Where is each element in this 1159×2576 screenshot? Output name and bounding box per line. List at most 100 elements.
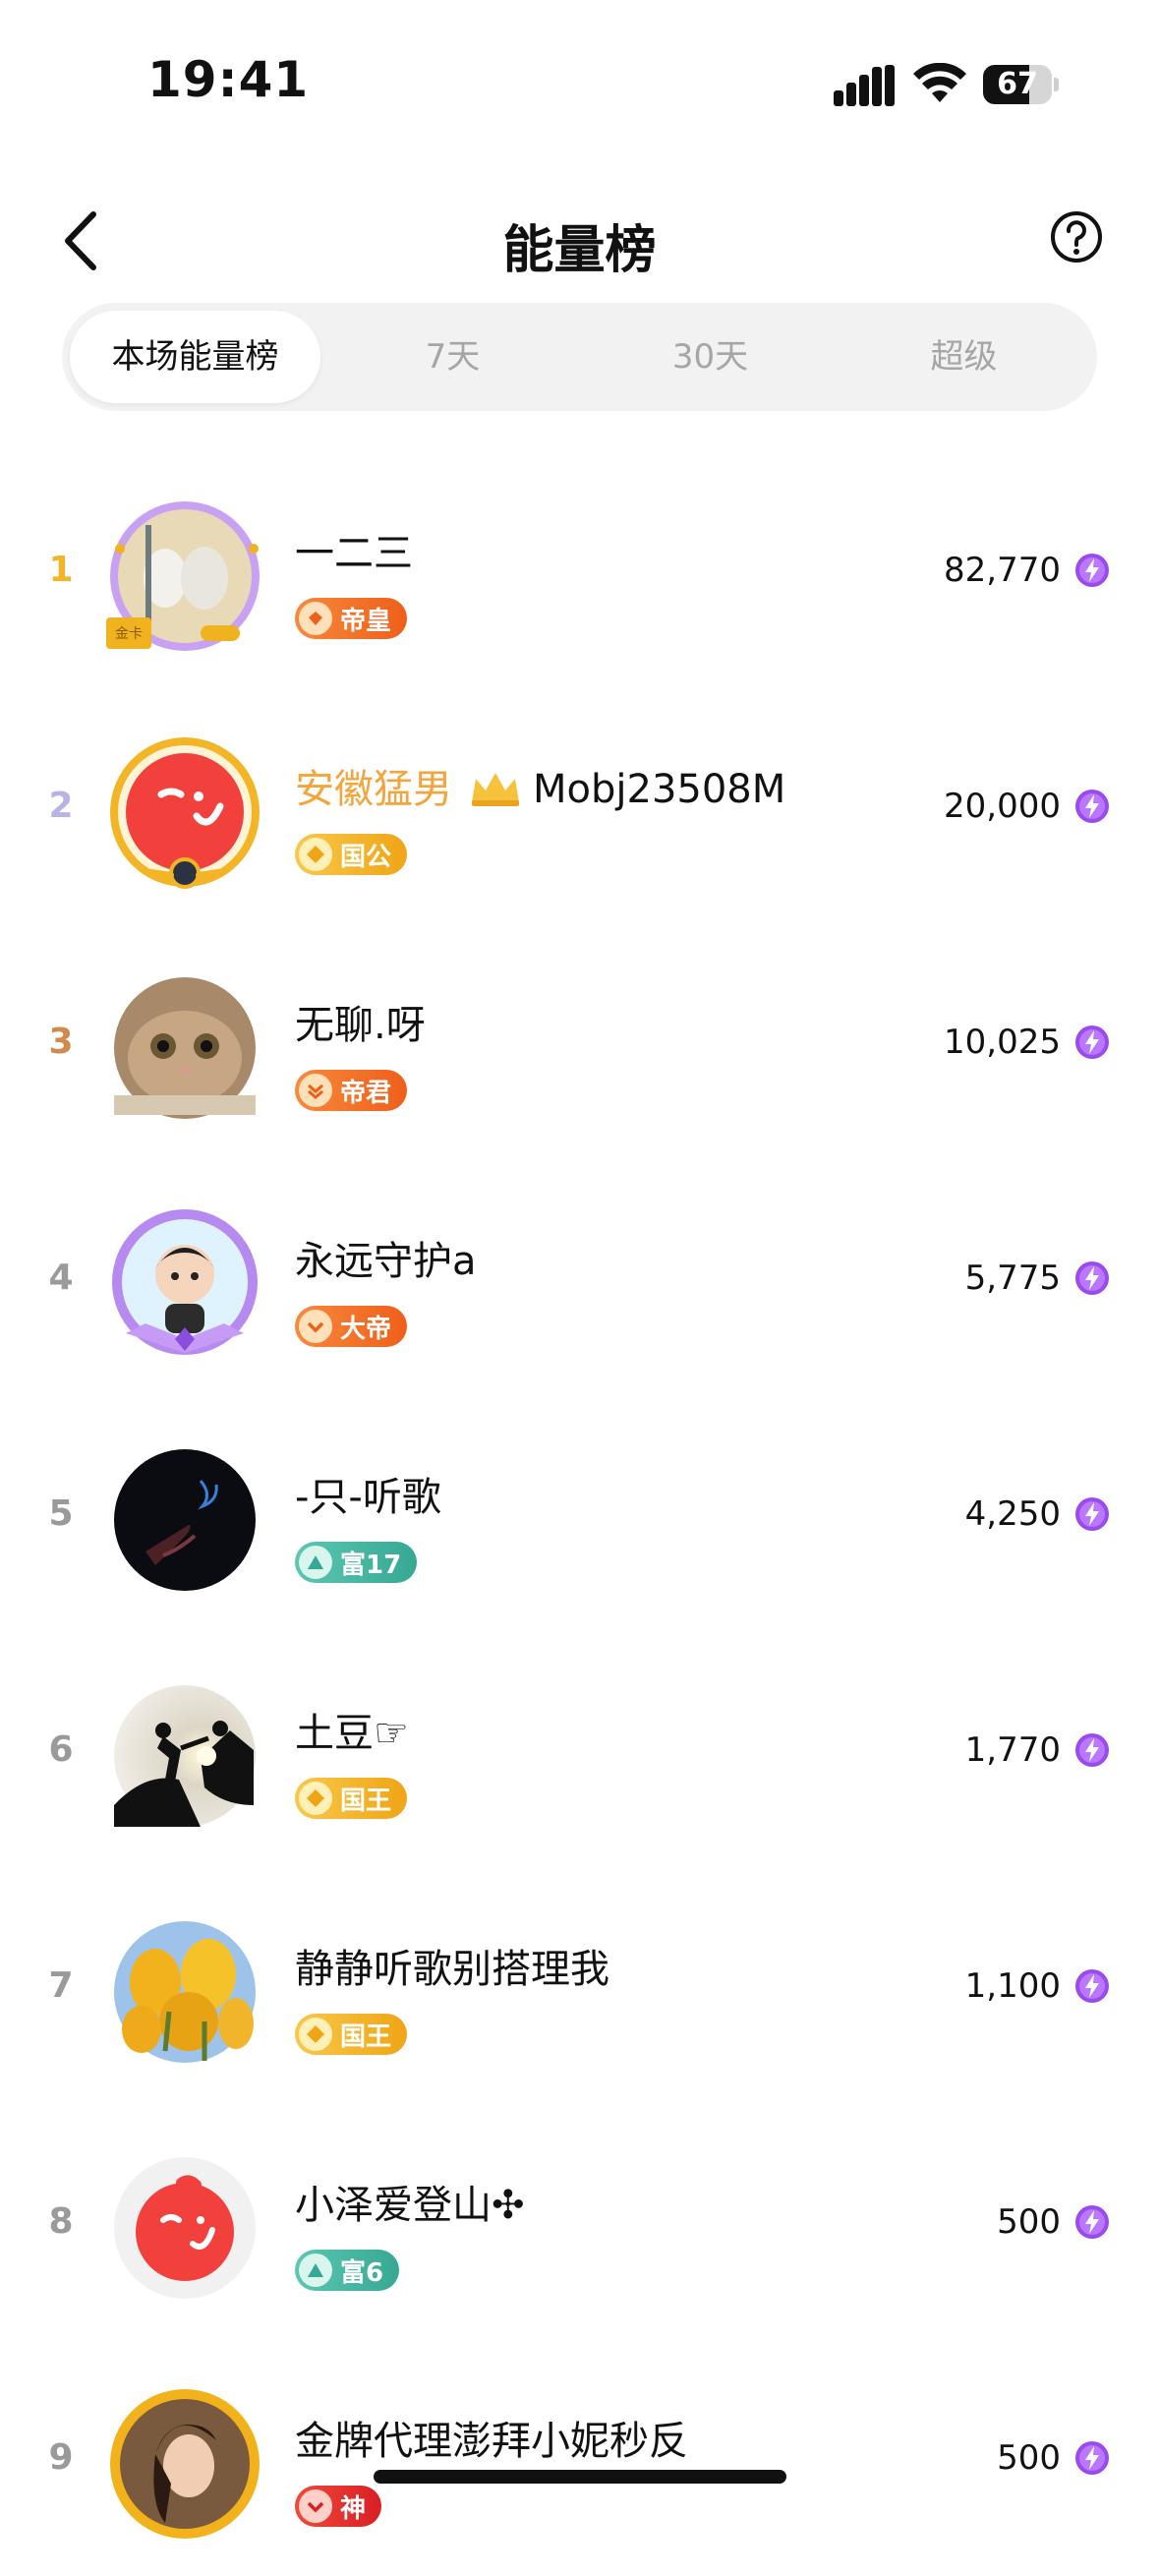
avatar[interactable] bbox=[106, 2149, 263, 2307]
rank-number: 2 bbox=[48, 786, 74, 826]
rank-badge: 大帝 bbox=[295, 1306, 408, 1347]
status-bar: 19:41 67 bbox=[0, 0, 1159, 147]
battery-level: 67 bbox=[997, 67, 1038, 101]
energy-score: 500 bbox=[997, 2202, 1061, 2242]
cat-avatar-icon bbox=[114, 977, 256, 1119]
rank-number: 3 bbox=[48, 1022, 74, 1062]
avatar[interactable] bbox=[106, 1441, 263, 1599]
rank-number: 8 bbox=[48, 2201, 74, 2242]
username: 小泽爱登山✣ bbox=[295, 2183, 525, 2228]
avatar[interactable] bbox=[106, 1913, 263, 2071]
username: 一二三 bbox=[295, 531, 413, 576]
tab-30-days[interactable]: 30天 bbox=[585, 311, 836, 403]
energy-score: 10,025 bbox=[944, 1023, 1061, 1062]
rank-row[interactable]: 9 金牌代理澎拜小妮秒反 神 500 bbox=[0, 2340, 1159, 2576]
home-indicator[interactable] bbox=[374, 2470, 786, 2484]
avatar[interactable] bbox=[106, 969, 263, 1127]
avatar[interactable] bbox=[106, 1205, 263, 1363]
rank-row[interactable]: 7 静静听歌别搭理我 国王 1,100 bbox=[0, 1868, 1159, 2104]
username: 静静听歌别搭理我 bbox=[295, 1947, 609, 1992]
badge-label: 神 bbox=[340, 2493, 367, 2524]
battery-icon: 67 bbox=[983, 65, 1059, 104]
rank-badge: 帝君 bbox=[295, 1070, 408, 1111]
energy-score: 500 bbox=[997, 2438, 1061, 2478]
avatar[interactable] bbox=[106, 1677, 263, 1835]
rank-row[interactable]: 6 土豆☞ 国王 1,770 bbox=[0, 1632, 1159, 1868]
rank-badge: 国王 bbox=[295, 2014, 408, 2055]
rank-number: 9 bbox=[48, 2437, 74, 2478]
badge-emblem-icon bbox=[299, 2254, 332, 2287]
tulips-avatar-icon bbox=[114, 1921, 256, 2063]
avatar-frame-icon bbox=[110, 737, 260, 889]
rank-row[interactable]: 8 小泽爱登山✣ 富6 500 bbox=[0, 2104, 1159, 2340]
username: 土豆☞ bbox=[295, 1711, 409, 1756]
climbers-avatar-icon bbox=[114, 1685, 256, 1827]
energy-bolt-icon bbox=[1075, 1025, 1109, 1059]
energy-score: 82,770 bbox=[944, 551, 1061, 590]
energy-bolt-icon bbox=[1075, 1969, 1109, 2003]
badge-label: 帝皇 bbox=[340, 606, 392, 636]
energy-bolt-icon bbox=[1075, 1261, 1109, 1295]
rank-row[interactable]: 2 安徽猛男 Mobj23508M 国公 20,000 bbox=[0, 688, 1159, 924]
tab-super[interactable]: 超级 bbox=[839, 311, 1089, 403]
badge-label: 国王 bbox=[340, 2021, 392, 2052]
badge-emblem-icon bbox=[299, 2018, 332, 2051]
cellular-signal-icon bbox=[834, 65, 895, 106]
badge-emblem-icon bbox=[299, 2489, 332, 2523]
rank-badge: 帝皇 bbox=[295, 598, 408, 639]
rank-row[interactable]: 3 无聊.呀 帝君 10,025 bbox=[0, 924, 1159, 1160]
svg-text:金卡: 金卡 bbox=[115, 626, 143, 642]
badge-emblem-icon bbox=[299, 1546, 332, 1579]
energy-bolt-icon bbox=[1075, 1497, 1109, 1531]
energy-score: 1,100 bbox=[964, 1966, 1061, 2006]
rank-number: 1 bbox=[48, 550, 74, 590]
page-title: 能量榜 bbox=[502, 221, 657, 280]
rank-row[interactable]: 4 永远守护a 大帝 5,775 bbox=[0, 1160, 1159, 1396]
username-primary: 安徽猛男 bbox=[295, 767, 452, 812]
avatar[interactable] bbox=[106, 733, 263, 891]
badge-emblem-icon bbox=[299, 1310, 332, 1343]
badge-label: 富6 bbox=[340, 2257, 384, 2288]
avatar[interactable]: 金卡 bbox=[106, 498, 263, 655]
energy-score: 4,250 bbox=[964, 1494, 1061, 1534]
username: 永远守护a bbox=[295, 1239, 477, 1284]
rank-list: 1 金卡 一二三 帝皇 82,770 2 安徽猛男 Mobj23508M 国公 … bbox=[0, 452, 1159, 2539]
avatar-frame-icon: 金卡 bbox=[106, 501, 260, 651]
energy-score: 20,000 bbox=[944, 787, 1061, 826]
avatar[interactable] bbox=[106, 2385, 263, 2543]
badge-label: 富17 bbox=[340, 1550, 402, 1580]
dark-hand-avatar-icon bbox=[114, 1449, 256, 1591]
avatar-frame-icon bbox=[112, 1209, 258, 1355]
energy-bolt-icon bbox=[1075, 554, 1109, 587]
username: 金牌代理澎拜小妮秒反 bbox=[295, 2419, 688, 2464]
crown-icon bbox=[472, 773, 519, 806]
badge-label: 国王 bbox=[340, 1786, 392, 1816]
tab-current-session[interactable]: 本场能量榜 bbox=[70, 311, 320, 403]
rank-badge: 国王 bbox=[295, 1778, 408, 1819]
rank-number: 6 bbox=[48, 1729, 74, 1770]
badge-emblem-icon bbox=[299, 602, 332, 635]
energy-score: 5,775 bbox=[964, 1259, 1061, 1298]
help-icon[interactable] bbox=[1050, 210, 1103, 263]
username: 安徽猛男 Mobj23508M bbox=[295, 757, 785, 814]
energy-bolt-icon bbox=[1075, 2441, 1109, 2475]
rank-number: 4 bbox=[48, 1258, 74, 1298]
badge-label: 大帝 bbox=[340, 1314, 392, 1344]
tab-7-days[interactable]: 7天 bbox=[327, 311, 578, 403]
badge-label: 国公 bbox=[340, 842, 392, 872]
wifi-icon bbox=[913, 63, 966, 102]
default-avatar-icon bbox=[114, 2157, 256, 2299]
username: 无聊.呀 bbox=[295, 1003, 426, 1048]
badge-emblem-icon bbox=[299, 1074, 332, 1107]
badge-emblem-icon bbox=[299, 1782, 332, 1815]
username-suffix: Mobj23508M bbox=[533, 767, 786, 812]
rank-badge: 富6 bbox=[295, 2250, 400, 2291]
rank-badge: 国公 bbox=[295, 834, 408, 875]
rank-number: 7 bbox=[48, 1965, 74, 2006]
rank-row[interactable]: 1 金卡 一二三 帝皇 82,770 bbox=[0, 452, 1159, 688]
badge-emblem-icon bbox=[299, 838, 332, 871]
rank-row[interactable]: 5 -只-听歌 富17 4,250 bbox=[0, 1396, 1159, 1632]
status-time: 19:41 bbox=[147, 51, 310, 108]
rank-number: 5 bbox=[48, 1493, 74, 1534]
portrait-avatar-icon bbox=[110, 2389, 260, 2539]
